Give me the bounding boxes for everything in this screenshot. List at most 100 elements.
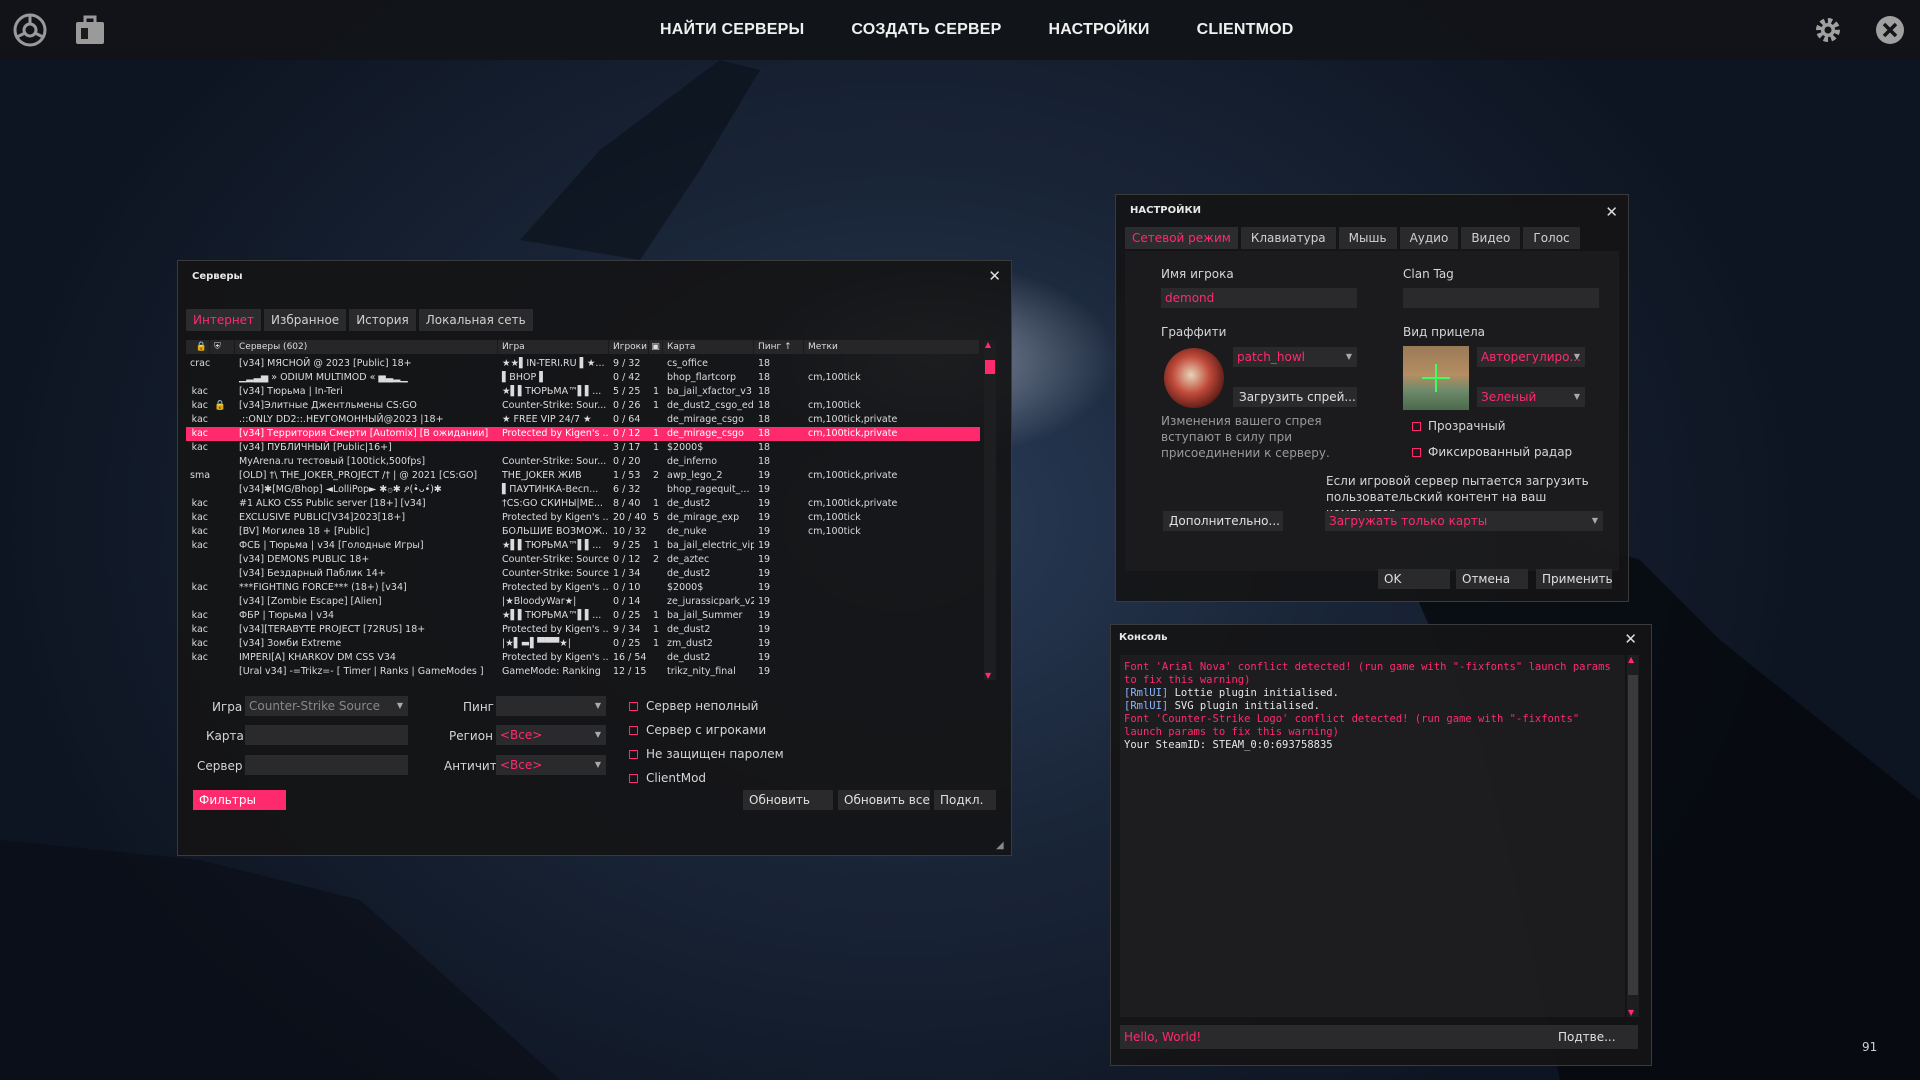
- col-bots-icon[interactable]: ▣: [649, 340, 663, 354]
- table-row[interactable]: [v34]✱[MG/Bhop] ◄LolliPop► ✱۞✱ ዖ(•̀ᴗ•́)✱…: [186, 483, 980, 497]
- map-filter-input[interactable]: [245, 725, 408, 745]
- table-row[interactable]: crack [v34] МЯСНОЙ @ 2023 [Public] 18+ ★★▌…: [186, 357, 980, 371]
- table-row[interactable]: kac #1 ALKO CSS Public server [18+] [v34]…: [186, 497, 980, 511]
- tab-voice[interactable]: Голос: [1523, 227, 1580, 249]
- nav-find-servers[interactable]: НАЙТИ СЕРВЕРЫ: [660, 21, 804, 39]
- tab-internet[interactable]: Интернет: [186, 309, 262, 331]
- logo-icon[interactable]: [12, 12, 48, 48]
- gear-icon[interactable]: [1810, 12, 1846, 48]
- tab-favorites[interactable]: Избранное: [264, 309, 347, 331]
- tab-history[interactable]: История: [349, 309, 416, 331]
- has-players-checkbox[interactable]: [629, 726, 638, 735]
- graffiti-select[interactable]: patch_howl ▼: [1233, 347, 1357, 367]
- servers-close-icon[interactable]: ✕: [988, 267, 1001, 285]
- col-servers[interactable]: Серверы (602): [235, 340, 498, 354]
- anticheat-filter-select[interactable]: <Все> ▼: [496, 755, 606, 775]
- console-scrollbar[interactable]: ▲ ▼: [1627, 655, 1639, 1017]
- table-row[interactable]: kac [v34] Территория Смерти [Automix] [В …: [186, 427, 980, 441]
- col-ping[interactable]: Пинг ↑: [754, 340, 804, 354]
- no-password-checkbox[interactable]: [629, 750, 638, 759]
- crosshair-select[interactable]: Авторегулиро... ▼: [1477, 347, 1585, 367]
- row-map: zm_dust2: [667, 638, 713, 649]
- inventory-icon[interactable]: [72, 12, 108, 48]
- not-full-checkbox[interactable]: [629, 702, 638, 711]
- table-row[interactable]: ▁▂▃▅ » ODIUM MULTIMOD « ▅▃▂▁ ▌BHOP ▌ 0 / 4…: [186, 371, 980, 385]
- ok-button[interactable]: OK: [1378, 569, 1450, 589]
- table-row[interactable]: kac [v34] Зомби Extreme |★▌▬▌▀▀▀★| 0 / 25 1 z…: [186, 637, 980, 651]
- console-scrollbar-thumb[interactable]: [1628, 675, 1638, 995]
- console-submit-button[interactable]: Подтве...: [1552, 1027, 1618, 1047]
- row-ping: 19: [758, 554, 771, 565]
- row-tags: [804, 455, 980, 469]
- tab-audio[interactable]: Аудио: [1399, 227, 1459, 249]
- table-row[interactable]: kac IMPERI[A] KHARKOV DM CSS V34 Protected…: [186, 651, 980, 665]
- filters-button[interactable]: Фильтры: [193, 790, 286, 810]
- console-close-icon[interactable]: ✕: [1624, 630, 1637, 648]
- col-lock-icon[interactable]: 🔒: [186, 340, 210, 354]
- table-row[interactable]: kac [BV] Могилев 18 + [Public] БОЛЬШИЕ ВОЗ…: [186, 525, 980, 539]
- tab-video[interactable]: Видео: [1461, 227, 1521, 249]
- col-game[interactable]: Игра: [498, 340, 609, 354]
- table-row[interactable]: smac [OLD] †\ THE_JOKER_PROJECT /† | @ 20…: [186, 469, 980, 483]
- apply-button[interactable]: Применить: [1536, 569, 1613, 589]
- scroll-down-icon[interactable]: ▼: [985, 671, 991, 680]
- scroll-up-icon[interactable]: ▲: [1628, 655, 1634, 664]
- close-icon[interactable]: [1872, 12, 1908, 48]
- connect-button[interactable]: Подкл.: [934, 790, 996, 810]
- row-ping: 18: [758, 456, 771, 467]
- resize-grip-icon[interactable]: ◢: [996, 840, 1004, 851]
- crosshair-color-select[interactable]: Зеленый ▼: [1477, 387, 1585, 407]
- refresh-all-button[interactable]: Обновить все: [838, 790, 930, 810]
- table-row[interactable]: [v34] Бездарный Паблик 14+ Counter-Strike…: [186, 567, 980, 581]
- tab-mouse[interactable]: Мышь: [1338, 227, 1397, 249]
- content-select[interactable]: Загружать только карты ▼: [1325, 511, 1603, 531]
- advanced-button[interactable]: Дополнительно...: [1163, 511, 1283, 531]
- table-row[interactable]: kac ФБР | Тюрьма | v34 ★▌▌ТЮРЬМА™▌▌... 0 / …: [186, 609, 980, 623]
- table-row[interactable]: [v34] [Zombie Escape] [Alien] |★BloodyWar…: [186, 595, 980, 609]
- clientmod-checkbox[interactable]: [629, 774, 638, 783]
- table-row[interactable]: kac [v34][TERABYTE PROJECT [72RUS] 18+ Pro…: [186, 623, 980, 637]
- nav-settings[interactable]: НАСТРОЙКИ: [1049, 21, 1150, 39]
- transparent-checkbox[interactable]: [1412, 422, 1421, 431]
- load-spray-button[interactable]: Загрузить спрей...: [1233, 387, 1357, 407]
- server-list-scrollbar[interactable]: ▲ ▼: [984, 340, 996, 680]
- col-players[interactable]: Игроки: [609, 340, 649, 354]
- nav-clientmod[interactable]: CLIENTMOD: [1197, 21, 1294, 39]
- row-tags: [804, 623, 980, 637]
- col-map[interactable]: Карта: [663, 340, 754, 354]
- settings-close-icon[interactable]: ✕: [1605, 203, 1618, 221]
- player-name-input[interactable]: demond: [1161, 288, 1357, 308]
- table-row[interactable]: kac [v34] ПУБЛИЧНЫЙ [Public|16+] 3 / 17 1 $2…: [186, 441, 980, 455]
- row-map: de_dust2: [667, 652, 711, 663]
- row-players: 8 / 40: [613, 498, 641, 509]
- table-row[interactable]: kac 🔒 [v34]Элитные Джентльмены CS:GO Counte…: [186, 399, 980, 413]
- col-shield-icon[interactable]: ⛨: [210, 340, 235, 354]
- tab-network[interactable]: Сетевой режим: [1125, 227, 1238, 249]
- table-row[interactable]: kac .::ONLY DD2::.НЕУГОМОННЫЙ@2023 |18+ ★ …: [186, 413, 980, 427]
- row-players: 1 / 34: [613, 568, 641, 579]
- refresh-button[interactable]: Обновить: [743, 790, 833, 810]
- clan-tag-input[interactable]: [1403, 288, 1599, 308]
- row-players: 0 / 26: [613, 400, 641, 411]
- col-tags[interactable]: Метки: [804, 340, 980, 354]
- tab-lan[interactable]: Локальная сеть: [418, 309, 533, 331]
- ping-filter-select[interactable]: ▼: [496, 696, 606, 716]
- fixed-radar-checkbox[interactable]: [1412, 448, 1421, 457]
- table-row[interactable]: [v34] DEMONS PUBLIC 18+ Counter-Strike: S…: [186, 553, 980, 567]
- table-row[interactable]: kac ***FIGHTING FORCE*** (18+) [v34] Prote…: [186, 581, 980, 595]
- nav-create-server[interactable]: СОЗДАТЬ СЕРВЕР: [851, 21, 1001, 39]
- table-row[interactable]: MyArena.ru тестовый [100tick,500fps] Coun…: [186, 455, 980, 469]
- tab-keyboard[interactable]: Клавиатура: [1240, 227, 1336, 249]
- cancel-button[interactable]: Отмена: [1456, 569, 1528, 589]
- table-row[interactable]: kac EXCLUSIVE PUBLIC[V34]2023[18+] Protect…: [186, 511, 980, 525]
- server-filter-input[interactable]: [245, 755, 408, 775]
- scroll-down-icon[interactable]: ▼: [1628, 1008, 1634, 1017]
- table-row[interactable]: [Ural v34] -=Trikz=- [ Timer | Ranks | G…: [186, 665, 980, 679]
- server-filter-label: Сервер: [197, 759, 243, 773]
- game-filter-select[interactable]: Counter-Strike Source ▼: [245, 696, 408, 716]
- scrollbar-thumb[interactable]: [985, 360, 995, 374]
- scroll-up-icon[interactable]: ▲: [985, 340, 991, 349]
- table-row[interactable]: kac [v34] Тюрьма | In-Teri ★▌▌ТЮРЬМА™▌▌...…: [186, 385, 980, 399]
- region-filter-select[interactable]: <Все> ▼: [496, 725, 606, 745]
- table-row[interactable]: kac ФСБ | Тюрьма | v34 [Голодные Игры] ★▌▌…: [186, 539, 980, 553]
